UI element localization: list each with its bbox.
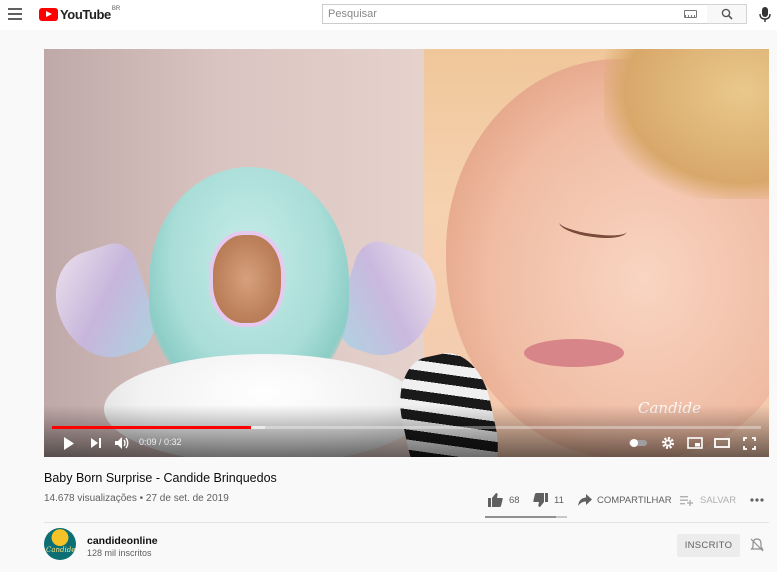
search-box	[322, 4, 708, 24]
microphone-icon[interactable]	[758, 6, 772, 23]
share-label: COMPARTILHAR	[597, 494, 672, 506]
volume-icon	[114, 437, 128, 449]
time-display: 0:09 / 0:32	[139, 437, 182, 447]
youtube-logo[interactable]: YouTube BR	[39, 6, 120, 22]
like-button[interactable]: 68	[488, 491, 520, 509]
logo-text: YouTube	[60, 6, 111, 22]
play-button[interactable]	[60, 434, 78, 452]
like-count: 68	[509, 494, 520, 506]
notification-bell-off-icon[interactable]	[750, 538, 764, 552]
more-horizontal-icon	[750, 498, 764, 502]
play-icon	[64, 436, 74, 450]
channel-avatar[interactable]: Candide	[44, 528, 76, 560]
dislike-button[interactable]: 11	[533, 491, 564, 509]
search-button[interactable]	[707, 4, 747, 24]
gear-icon	[662, 437, 674, 449]
video-title: Baby Born Surprise - Candide Brinquedos	[44, 471, 277, 485]
view-count: 14.678 visualizações	[44, 493, 137, 504]
video-frame: Candide	[44, 49, 769, 457]
settings-button[interactable]	[658, 434, 678, 452]
fullscreen-button[interactable]	[739, 434, 759, 452]
more-actions-button[interactable]	[750, 491, 764, 509]
playlist-add-icon	[680, 495, 693, 506]
subscribed-button[interactable]: INSCRITO	[677, 534, 740, 557]
upload-date: 27 de set. de 2019	[145, 493, 229, 504]
volume-button[interactable]	[113, 434, 131, 452]
keyboard-icon[interactable]	[684, 10, 697, 18]
fullscreen-icon	[742, 436, 756, 450]
subscriber-count: 128 mil inscritos	[87, 548, 152, 558]
miniplayer-button[interactable]	[685, 434, 705, 452]
share-icon	[578, 494, 592, 506]
thumbs-down-icon	[533, 493, 548, 507]
autoplay-toggle-icon	[629, 439, 647, 447]
next-icon	[90, 438, 101, 448]
menu-icon[interactable]	[8, 8, 22, 20]
theater-mode-button[interactable]	[712, 434, 732, 452]
channel-name[interactable]: candideonline	[87, 535, 158, 547]
share-button[interactable]: COMPARTILHAR	[578, 491, 672, 509]
sentiment-bar-fill	[485, 516, 556, 518]
miniplayer-icon	[687, 437, 703, 449]
masthead: YouTube BR	[0, 0, 777, 30]
autoplay-toggle[interactable]	[628, 434, 648, 452]
youtube-play-icon	[39, 7, 58, 21]
theater-mode-icon	[714, 438, 730, 448]
save-label: SALVAR	[700, 494, 737, 506]
dislike-count: 11	[554, 494, 564, 506]
progress-played	[52, 426, 251, 429]
save-button[interactable]: SALVAR	[680, 491, 736, 509]
video-player[interactable]: Candide 0:09 / 0:32	[44, 49, 769, 457]
progress-bar[interactable]	[52, 426, 761, 429]
search-input[interactable]	[323, 8, 684, 20]
thumbs-up-icon	[488, 493, 503, 507]
video-meta: 14.678 visualizações • 27 de set. de 201…	[44, 493, 229, 504]
divider	[44, 522, 769, 523]
sentiment-bar	[485, 516, 567, 518]
search-icon	[721, 8, 733, 20]
next-button[interactable]	[88, 434, 104, 452]
logo-region: BR	[111, 6, 121, 12]
avatar-logo-text: Candide	[46, 546, 76, 554]
